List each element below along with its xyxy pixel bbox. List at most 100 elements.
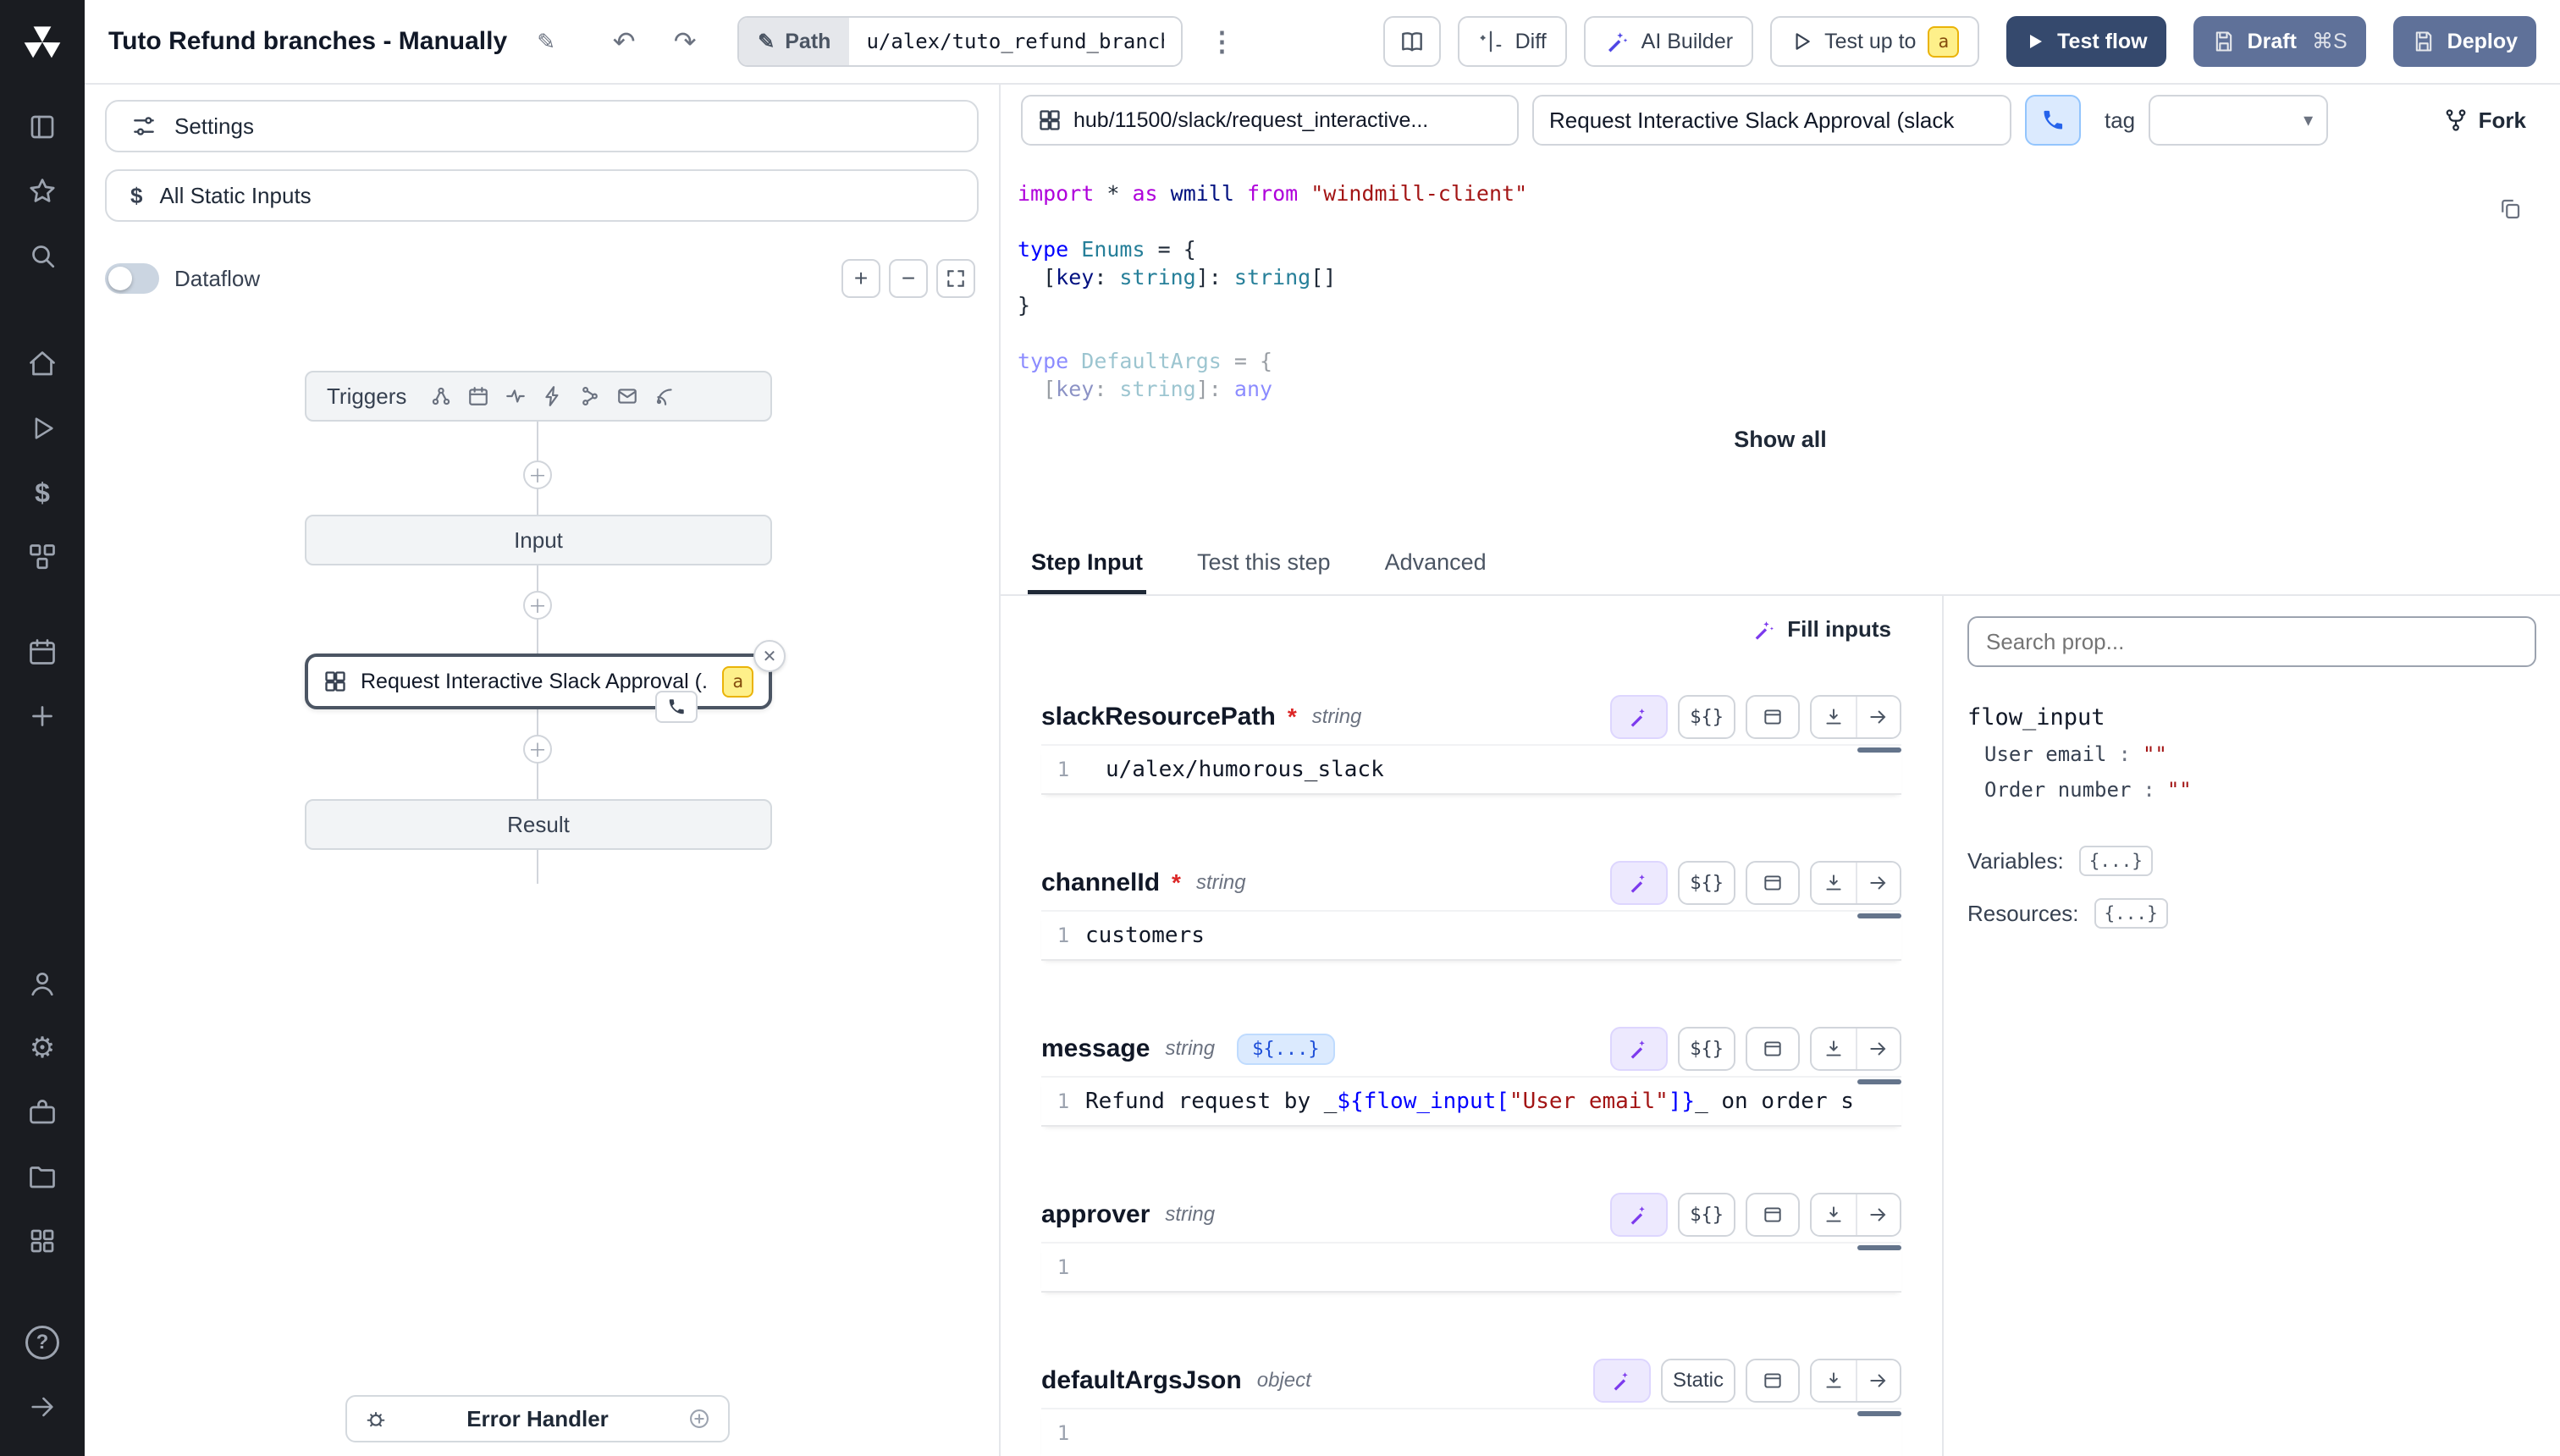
zoom-out-button[interactable]: − xyxy=(889,259,928,298)
tab-advanced[interactable]: Advanced xyxy=(1382,535,1490,594)
tab-step-input[interactable]: Step Input xyxy=(1028,535,1146,594)
resources-icon[interactable] xyxy=(14,532,71,582)
tag-select[interactable]: ▾ xyxy=(2149,95,2328,146)
slackResourcePath-editor[interactable]: 1 u/alex/humorous_slack xyxy=(1041,744,1901,795)
ai-fill-button[interactable] xyxy=(1593,1359,1651,1403)
dataflow-toggle[interactable] xyxy=(105,263,159,294)
slack-approval-step-node[interactable]: Request Interactive Slack Approval (... … xyxy=(305,654,772,709)
http-trigger-icon[interactable] xyxy=(505,385,527,407)
resources-expand-badge[interactable]: {...} xyxy=(2094,898,2168,929)
insert-default-button[interactable] xyxy=(1812,1029,1856,1069)
plug-arrow-button[interactable] xyxy=(1856,1029,1900,1069)
websocket-trigger-icon[interactable] xyxy=(542,385,564,407)
ai-fill-button[interactable] xyxy=(1610,695,1668,739)
open-editor-button[interactable] xyxy=(1746,695,1800,739)
insert-default-button[interactable] xyxy=(1812,697,1856,737)
apps-grid-icon[interactable] xyxy=(14,1216,71,1266)
insert-default-button[interactable] xyxy=(1812,1194,1856,1235)
zoom-in-button[interactable]: + xyxy=(841,259,880,298)
help-icon[interactable]: ? xyxy=(14,1317,71,1368)
result-node[interactable]: Result xyxy=(305,799,772,850)
windmill-logo[interactable] xyxy=(14,14,71,71)
panel-icon[interactable] xyxy=(14,102,71,152)
workers-icon[interactable] xyxy=(14,1087,71,1138)
input-node[interactable]: Input xyxy=(305,515,772,565)
remove-step-icon[interactable]: ✕ xyxy=(753,640,786,672)
suspend-phone-icon[interactable] xyxy=(655,691,698,723)
prop-order-number[interactable]: Order number:"" xyxy=(1967,778,2536,802)
plug-arrow-button[interactable] xyxy=(1856,697,1900,737)
fork-button[interactable]: Fork xyxy=(2430,101,2540,141)
error-handler-node[interactable]: Error Handler xyxy=(345,1395,730,1442)
template-string-button[interactable]: ${} xyxy=(1678,695,1735,739)
home-icon[interactable] xyxy=(14,339,71,389)
open-editor-button[interactable] xyxy=(1746,1027,1800,1071)
flow-input-root[interactable]: flow_input xyxy=(1967,704,2536,731)
diff-button[interactable]: Diff xyxy=(1458,16,1567,67)
variables-icon[interactable]: $ xyxy=(14,467,71,518)
static-mode-button[interactable]: Static xyxy=(1661,1359,1735,1403)
test-up-to-button[interactable]: Test up to a xyxy=(1770,16,1979,67)
open-editor-button[interactable] xyxy=(1746,1193,1800,1237)
more-menu-icon[interactable]: ⋮ xyxy=(1200,19,1244,63)
variables-expand-badge[interactable]: {...} xyxy=(2079,846,2153,876)
defaultArgsJson-editor[interactable]: 1 xyxy=(1041,1408,1901,1456)
runs-icon[interactable] xyxy=(14,403,71,454)
path-button[interactable]: ✎ Path xyxy=(739,18,849,65)
channelId-editor[interactable]: 1 customers xyxy=(1041,910,1901,961)
template-badge[interactable]: ${...} xyxy=(1237,1034,1334,1065)
ai-fill-button[interactable] xyxy=(1610,1027,1668,1071)
hub-path-box[interactable]: hub/11500/slack/request_interactive... xyxy=(1021,95,1519,146)
add-icon[interactable] xyxy=(14,691,71,742)
path-input[interactable] xyxy=(849,18,1181,65)
plug-arrow-button[interactable] xyxy=(1856,1360,1900,1401)
template-string-button[interactable]: ${} xyxy=(1678,1193,1735,1237)
code-preview[interactable]: import * as wmill from "windmill-client"… xyxy=(1001,152,2560,535)
ai-builder-button[interactable]: AI Builder xyxy=(1584,16,1753,67)
template-string-button[interactable]: ${} xyxy=(1678,1027,1735,1071)
open-editor-button[interactable] xyxy=(1746,1359,1800,1403)
tab-test-this-step[interactable]: Test this step xyxy=(1194,535,1334,594)
mqtt-trigger-icon[interactable] xyxy=(654,385,676,407)
folders-icon[interactable] xyxy=(14,1151,71,1202)
ai-fill-button[interactable] xyxy=(1610,861,1668,905)
message-editor[interactable]: 1 Refund request by _${flow_input["User … xyxy=(1041,1076,1901,1127)
plug-arrow-button[interactable] xyxy=(1856,1194,1900,1235)
suspend-approval-button[interactable] xyxy=(2025,95,2081,146)
show-all-button[interactable]: Show all xyxy=(1707,413,1854,466)
redo-icon[interactable]: ↷ xyxy=(663,19,707,63)
plug-arrow-button[interactable] xyxy=(1856,863,1900,903)
edit-title-pencil-icon[interactable]: ✎ xyxy=(524,19,568,63)
draft-button[interactable]: Draft ⌘S xyxy=(2193,16,2366,67)
schedule-trigger-icon[interactable] xyxy=(467,385,489,407)
add-step-above-result[interactable]: ＋ xyxy=(523,735,552,764)
star-icon[interactable] xyxy=(14,166,71,217)
template-string-button[interactable]: ${} xyxy=(1678,861,1735,905)
triggers-node[interactable]: Triggers xyxy=(305,371,772,422)
search-prop-input[interactable] xyxy=(1967,616,2536,667)
schedules-icon[interactable] xyxy=(14,626,71,677)
test-flow-button[interactable]: Test flow xyxy=(2006,16,2166,67)
insert-default-button[interactable] xyxy=(1812,1360,1856,1401)
collapse-rail-icon[interactable] xyxy=(14,1382,71,1432)
all-static-inputs-button[interactable]: $ All Static Inputs xyxy=(105,169,979,222)
add-step-above-input[interactable]: ＋ xyxy=(523,461,552,489)
search-icon[interactable] xyxy=(14,230,71,281)
fit-view-button[interactable] xyxy=(936,259,975,298)
webhook-trigger-icon[interactable] xyxy=(430,385,452,407)
fill-inputs-button[interactable]: Fill inputs xyxy=(1741,609,1901,649)
flow-settings-button[interactable]: Settings xyxy=(105,100,979,152)
undo-icon[interactable]: ↶ xyxy=(602,19,646,63)
user-icon[interactable] xyxy=(14,958,71,1009)
approver-editor[interactable]: 1 xyxy=(1041,1242,1901,1293)
add-error-handler-icon[interactable] xyxy=(687,1407,711,1431)
deploy-button[interactable]: Deploy xyxy=(2393,16,2536,67)
open-editor-button[interactable] xyxy=(1746,861,1800,905)
copy-code-icon[interactable] xyxy=(2497,196,2523,222)
kafka-trigger-icon[interactable] xyxy=(579,385,601,407)
email-trigger-icon[interactable] xyxy=(616,385,638,407)
ai-fill-button[interactable] xyxy=(1610,1193,1668,1237)
settings-gear-icon[interactable]: ⚙ xyxy=(14,1023,71,1073)
prop-user-email[interactable]: User email:"" xyxy=(1967,742,2536,766)
step-name-input[interactable] xyxy=(1532,95,2011,146)
